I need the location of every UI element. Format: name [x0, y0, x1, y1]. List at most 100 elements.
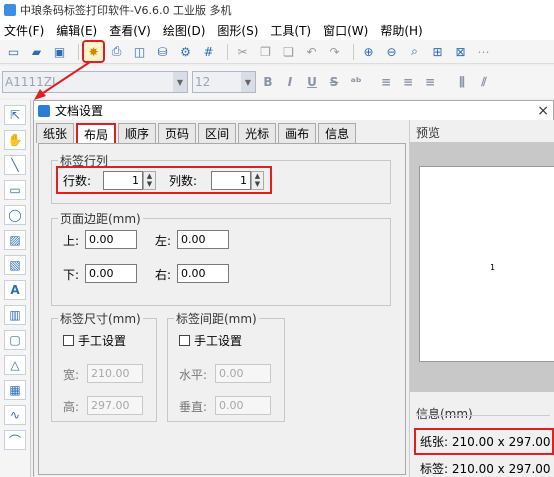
settings-icon[interactable]: ⚙: [176, 42, 195, 61]
triangle-icon[interactable]: △: [4, 355, 26, 375]
more-icon[interactable]: ⋯: [474, 42, 493, 61]
margin-left-input[interactable]: 0.00: [177, 230, 229, 249]
pan-icon[interactable]: ✋: [4, 130, 26, 150]
line-icon[interactable]: ╲: [4, 155, 26, 175]
menu-tools[interactable]: 工具(T): [270, 22, 311, 39]
cols-input[interactable]: 1: [211, 171, 251, 190]
fit-page-icon[interactable]: ⊞: [428, 42, 447, 61]
tab-paper[interactable]: 纸张: [36, 123, 75, 143]
bold-button[interactable]: B: [258, 72, 278, 92]
font-name-value: A1111ZI: [5, 75, 56, 89]
menu-draw[interactable]: 绘图(D): [163, 22, 206, 39]
italic-button[interactable]: I: [280, 72, 300, 92]
cols-label: 列数:: [169, 174, 198, 188]
font-size-combo[interactable]: 12 ▼: [192, 71, 256, 93]
underline-button[interactable]: U: [302, 72, 322, 92]
arc-icon[interactable]: ⌒: [4, 430, 26, 450]
preview-pane: 预览 1 信息(mm) 纸张: 210.00 x 297.00 标签: 210.…: [409, 120, 554, 477]
document-settings-dialog: 文档设置 × 纸张 布局 顺序 页码 区间 光标 画布 信息 标签行列 行数: …: [33, 100, 554, 477]
open-icon[interactable]: ▰: [27, 42, 46, 61]
grid-icon[interactable]: #: [199, 42, 218, 61]
chevron-down-icon[interactable]: ▼: [173, 72, 187, 92]
checkbox-box[interactable]: [63, 335, 74, 346]
info-divider: [416, 415, 550, 416]
paste-icon[interactable]: ❏: [279, 42, 298, 61]
gap-horizontal-label: 水平:: [179, 368, 208, 382]
document-settings-icon[interactable]: ✸: [82, 40, 105, 63]
undo-icon[interactable]: ↶: [302, 42, 321, 61]
preview-area: 1: [410, 142, 554, 392]
menu-edit[interactable]: 编辑(E): [56, 22, 97, 39]
picture-icon[interactable]: ▧: [4, 255, 26, 275]
save-icon[interactable]: ▣: [50, 42, 69, 61]
app-window: 中琅条码标签打印软件-V6.6.0 工业版 多机 文件(F) 编辑(E) 查看(…: [0, 0, 554, 477]
chevron-down-icon[interactable]: ▼: [241, 72, 255, 92]
tab-page-number[interactable]: 页码: [158, 123, 197, 143]
tab-cursor[interactable]: 光标: [238, 123, 277, 143]
paper-size-text: 纸张: 210.00 x 297.00: [420, 435, 551, 449]
database-icon[interactable]: ⛁: [153, 42, 172, 61]
print-preview-icon[interactable]: ◫: [130, 42, 149, 61]
menu-view[interactable]: 查看(V): [109, 22, 151, 39]
label-width-input[interactable]: 210.00: [87, 364, 143, 383]
align-center-icon[interactable]: ≡: [398, 72, 418, 92]
label-gap-manual-label: 手工设置: [194, 334, 243, 348]
checkbox-box[interactable]: [179, 335, 190, 346]
pointer-icon[interactable]: ⇱: [4, 105, 26, 125]
align-right-icon[interactable]: ≡: [420, 72, 440, 92]
superscript-icon[interactable]: ᵃᵇ: [346, 72, 366, 92]
gap-vertical-input[interactable]: 0.00: [215, 396, 271, 415]
preview-page-number: 1: [490, 263, 496, 272]
dialog-icon: [38, 104, 50, 117]
qrcode-icon[interactable]: ▦: [4, 380, 26, 400]
margin-top-label: 上:: [63, 234, 80, 248]
tab-range[interactable]: 区间: [198, 123, 237, 143]
strike-button[interactable]: S: [324, 72, 344, 92]
margin-bottom-label: 下:: [63, 268, 80, 282]
cut-icon[interactable]: ✂: [233, 42, 252, 61]
image-icon[interactable]: ▨: [4, 230, 26, 250]
rectangle-icon[interactable]: ▭: [4, 180, 26, 200]
label-size-manual-checkbox[interactable]: 手工设置: [63, 332, 126, 349]
label-gap-manual-checkbox[interactable]: 手工设置: [179, 332, 242, 349]
print-icon[interactable]: ⎙: [107, 42, 126, 61]
round-rect-icon[interactable]: ▢: [4, 330, 26, 350]
label-width-label: 宽:: [63, 368, 80, 382]
new-icon[interactable]: ▭: [4, 42, 23, 61]
rows-stepper[interactable]: ▲ ▼: [143, 171, 156, 190]
rows-input[interactable]: 1: [103, 171, 143, 190]
barcode-icon[interactable]: ▥: [4, 305, 26, 325]
text-icon[interactable]: A: [4, 280, 26, 300]
font-name-combo[interactable]: A1111ZI ▼: [2, 71, 188, 93]
tab-canvas[interactable]: 画布: [278, 123, 317, 143]
margin-top-input[interactable]: 0.00: [85, 230, 137, 249]
margin-right-input[interactable]: 0.00: [177, 264, 229, 283]
distribute-h-icon[interactable]: ⫼: [452, 72, 472, 92]
dialog-title: 文档设置: [55, 104, 104, 118]
zoom-out-icon[interactable]: ⊖: [382, 42, 401, 61]
menu-shape[interactable]: 图形(S): [217, 22, 258, 39]
redo-icon[interactable]: ↷: [325, 42, 344, 61]
close-icon[interactable]: ×: [537, 103, 549, 119]
menu-window[interactable]: 窗口(W): [323, 22, 368, 39]
tab-info[interactable]: 信息: [318, 123, 357, 143]
cols-stepper[interactable]: ▲ ▼: [251, 171, 264, 190]
tab-layout[interactable]: 布局: [76, 123, 117, 143]
tab-order[interactable]: 顺序: [118, 123, 157, 143]
dialog-body: 纸张 布局 顺序 页码 区间 光标 画布 信息 标签行列 行数: 1 ▲ ▼ 列数…: [34, 120, 409, 477]
menu-help[interactable]: 帮助(H): [380, 22, 422, 39]
curve-icon[interactable]: ∿: [4, 405, 26, 425]
fit-width-icon[interactable]: ⊠: [451, 42, 470, 61]
copy-icon[interactable]: ❐: [256, 42, 275, 61]
layout-panel: 标签行列 行数: 1 ▲ ▼ 列数: 1 ▲ ▼ 页面边距(mm) 上: 0.00 …: [38, 143, 406, 475]
zoom-icon[interactable]: ⌕: [405, 42, 424, 61]
distribute-v-icon[interactable]: ⫽: [474, 72, 494, 92]
margin-bottom-input[interactable]: 0.00: [85, 264, 137, 283]
menu-file[interactable]: 文件(F): [4, 22, 44, 39]
gap-horizontal-input[interactable]: 0.00: [215, 364, 271, 383]
label-height-input[interactable]: 297.00: [87, 396, 143, 415]
zoom-in-icon[interactable]: ⊕: [359, 42, 378, 61]
align-left-icon[interactable]: ≡: [376, 72, 396, 92]
preview-label: 预览: [416, 126, 441, 140]
ellipse-icon[interactable]: ◯: [4, 205, 26, 225]
